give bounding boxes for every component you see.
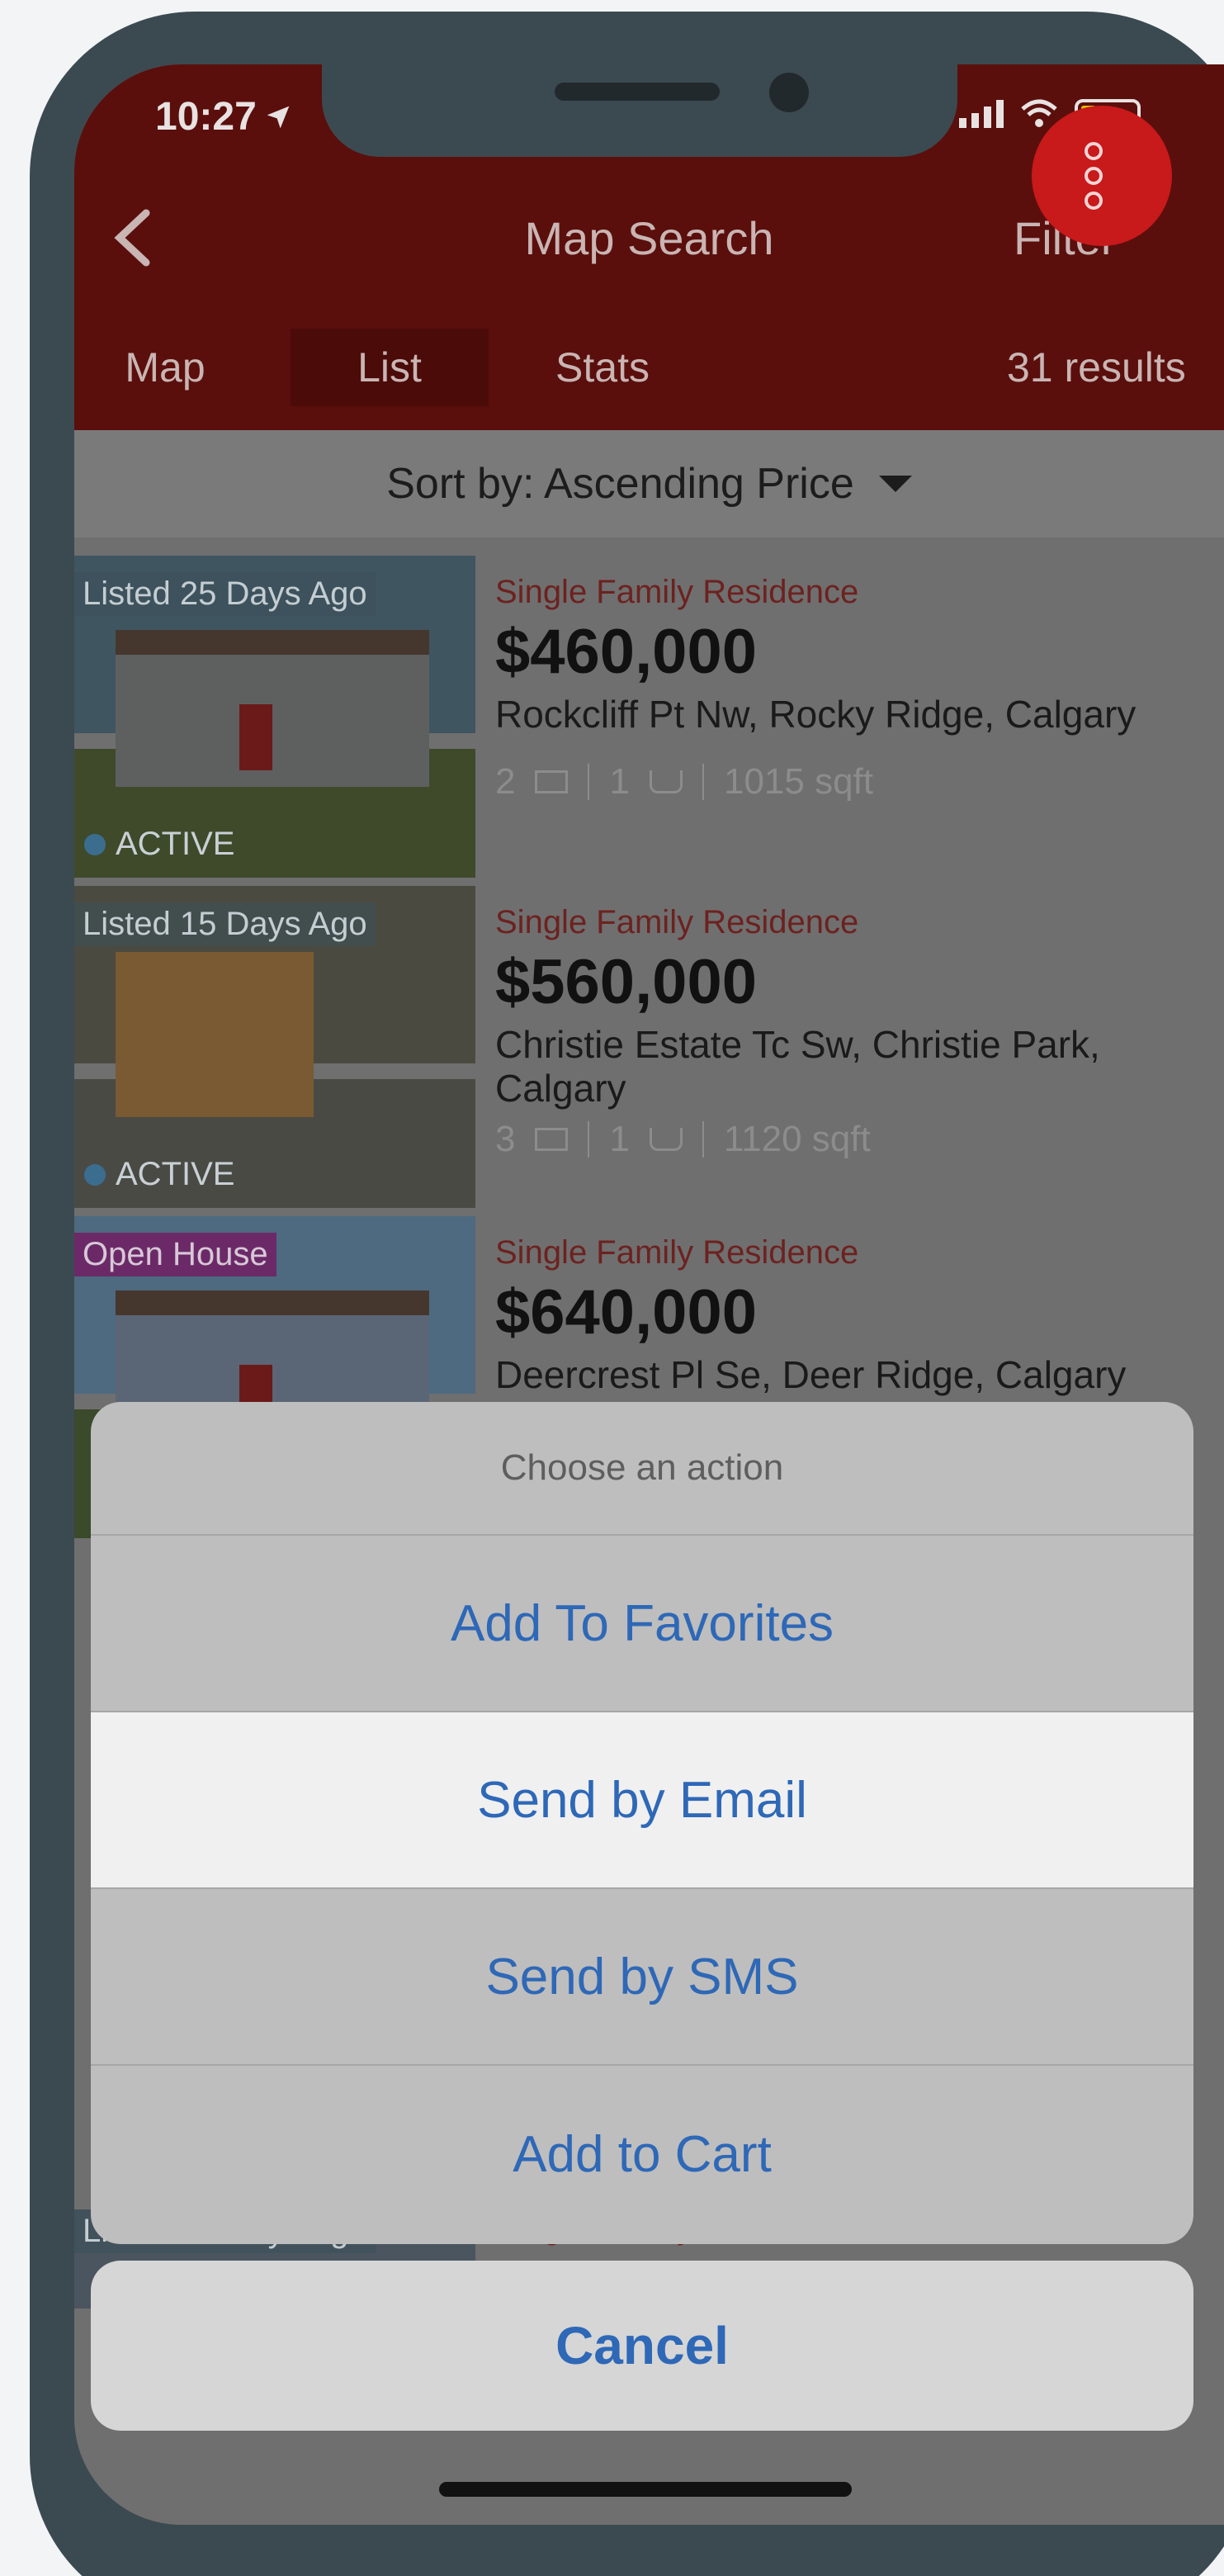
send-by-email-button[interactable]: Send by Email (91, 1712, 1193, 1889)
more-dot-icon (1085, 167, 1103, 185)
specs: 2 1 1015 sqft (495, 761, 1222, 803)
listing-item[interactable]: Listed 25 Days Ago ACTIVE Single Family … (74, 556, 1224, 886)
add-to-favorites-button[interactable]: Add To Favorites (91, 1536, 1193, 1712)
status-time: 10:27 (155, 94, 291, 140)
property-type: Single Family Residence (495, 574, 859, 610)
beds-count: 3 (495, 1118, 516, 1159)
home-indicator[interactable] (439, 2482, 852, 2497)
bed-icon (535, 769, 569, 793)
tab-stats[interactable]: Stats (512, 329, 693, 406)
more-dot-icon (1085, 192, 1103, 210)
send-by-sms-button[interactable]: Send by SMS (91, 1889, 1193, 2066)
phone-notch (322, 64, 957, 157)
beds-count: 2 (495, 760, 516, 802)
bathtub-icon (649, 769, 683, 793)
divider (702, 763, 704, 800)
listing-item[interactable]: Listed 15 Days Ago ACTIVE Single Family … (74, 886, 1224, 1216)
bathtub-icon (649, 1127, 683, 1151)
listing-photo: Listed 25 Days Ago ACTIVE (74, 556, 475, 878)
open-house-tag: Open House (74, 1233, 276, 1276)
property-type: Single Family Residence (495, 1234, 859, 1271)
price: $640,000 (495, 1277, 757, 1347)
wifi-icon (1021, 99, 1057, 127)
price: $560,000 (495, 947, 757, 1017)
divider (588, 763, 590, 800)
listing-tag: Listed 15 Days Ago (74, 902, 376, 946)
sort-label: Sort by: Ascending Price (386, 460, 854, 508)
results-count: 31 results (1007, 344, 1186, 391)
status-badge: ACTIVE (84, 826, 234, 863)
price: $460,000 (495, 617, 757, 687)
status-dot-icon (84, 1163, 106, 1186)
divider (702, 1120, 704, 1158)
specs: 3 1 1120 sqft (495, 1119, 1222, 1160)
more-dot-icon (1085, 142, 1103, 160)
baths-count: 1 (609, 760, 630, 802)
view-tabs: Map List Stats 31 results (74, 329, 1224, 411)
bed-icon (535, 1127, 569, 1151)
more-options-button[interactable] (1032, 106, 1172, 246)
baths-count: 1 (609, 1118, 630, 1159)
front-camera (769, 73, 809, 112)
sort-dropdown[interactable]: Sort by: Ascending Price (74, 430, 1224, 537)
tab-map[interactable]: Map (99, 329, 231, 406)
status-text: ACTIVE (116, 1156, 235, 1192)
address: Rockcliff Pt Nw, Rocky Ridge, Calgary (495, 693, 1137, 736)
status-dot-icon (84, 833, 106, 855)
listing-info: Single Family Residence $460,000 Rockcli… (495, 574, 1222, 803)
speaker-grille (555, 83, 720, 101)
caret-down-icon (878, 476, 912, 492)
divider (588, 1120, 590, 1158)
action-sheet-title: Choose an action (91, 1402, 1193, 1536)
status-badge: ACTIVE (84, 1156, 234, 1193)
action-sheet: Choose an action Add To Favorites Send b… (91, 1402, 1193, 2244)
app-screen: 10:27 Map Search Filter Map List Stats 3… (74, 64, 1224, 2525)
add-to-cart-button[interactable]: Add to Cart (91, 2066, 1193, 2242)
status-text: ACTIVE (116, 826, 235, 862)
sqft: 1120 sqft (723, 1118, 871, 1159)
listing-info: Single Family Residence $560,000 Christi… (495, 904, 1222, 1160)
listing-info: Single Family Residence $640,000 Deercre… (495, 1234, 1222, 1397)
address: Christie Estate Tc Sw, Christie Park, Ca… (495, 1023, 1100, 1110)
location-arrow-icon (267, 106, 290, 128)
sqft: 1015 sqft (723, 760, 873, 802)
time-text: 10:27 (155, 95, 257, 139)
address: Deercrest Pl Se, Deer Ridge, Calgary (495, 1353, 1127, 1396)
tab-list[interactable]: List (291, 329, 489, 406)
cancel-button[interactable]: Cancel (91, 2261, 1193, 2431)
listing-photo: Listed 15 Days Ago ACTIVE (74, 886, 475, 1208)
listing-tag: Listed 25 Days Ago (74, 572, 376, 616)
cellular-signal-icon (959, 100, 1004, 128)
property-type: Single Family Residence (495, 904, 859, 940)
